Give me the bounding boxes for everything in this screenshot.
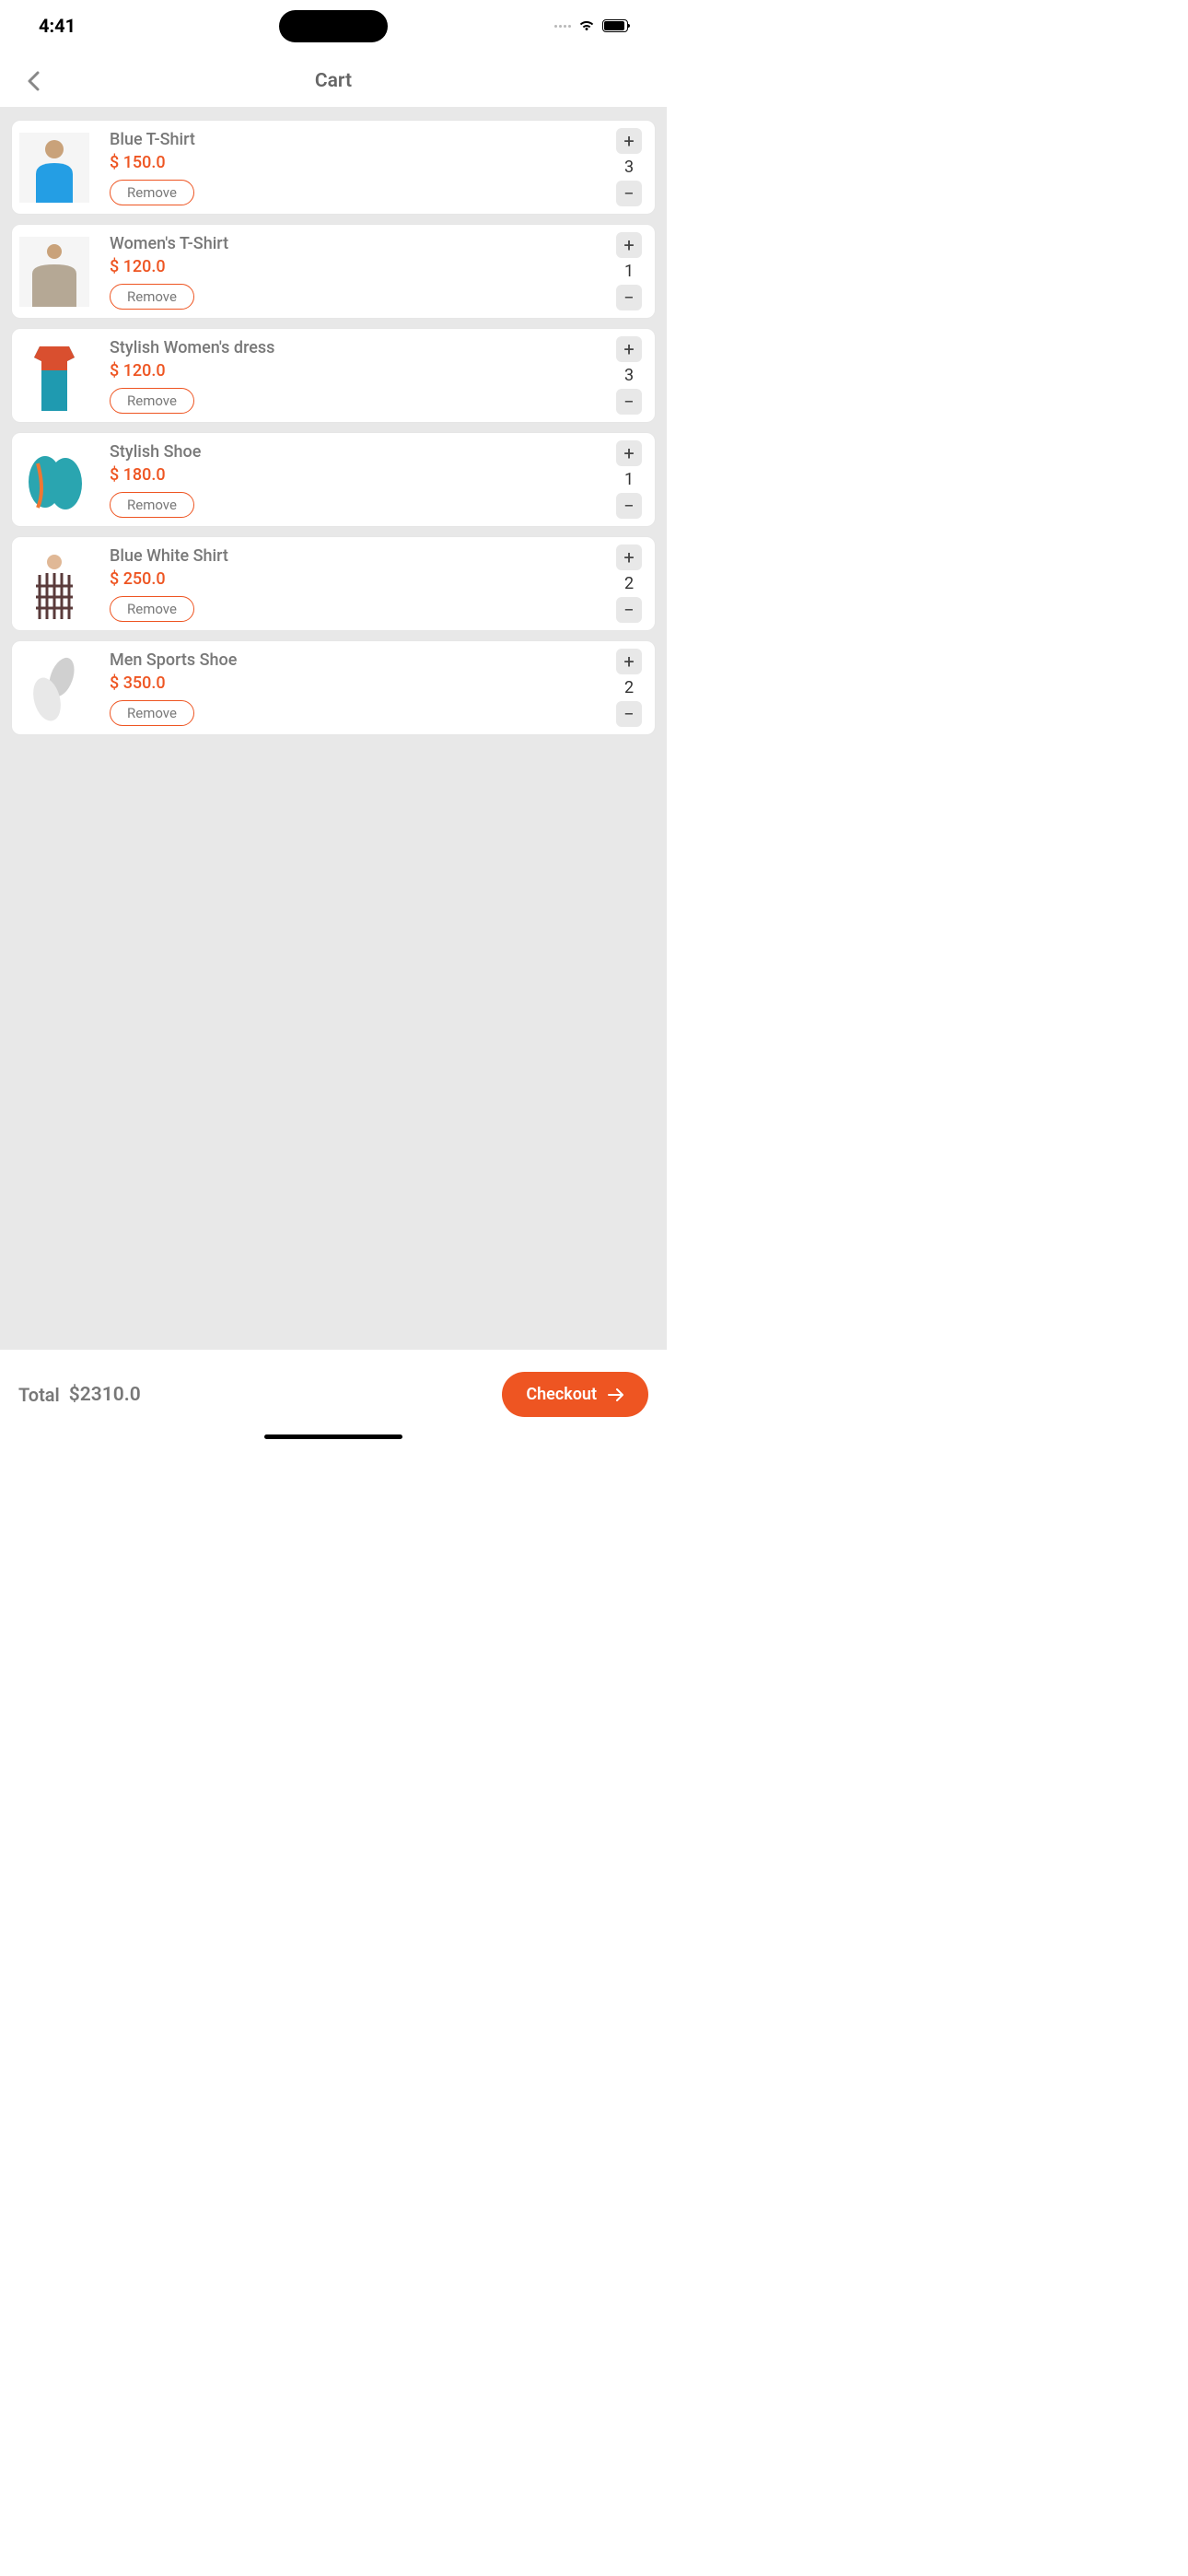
home-indicator [264,1434,402,1439]
cart-item: Stylish Women's dress $ 120.0 Remove + 3… [11,328,656,423]
back-button[interactable] [18,66,48,96]
product-image [19,133,89,203]
quantity-stepper: + 1 − [616,440,642,519]
nav-header: Cart [0,55,667,107]
quantity-stepper: + 1 − [616,232,642,310]
product-name: Blue T-Shirt [110,130,596,149]
status-time: 4:41 [39,15,76,37]
total-label: Total [18,1384,60,1406]
arrow-right-icon [608,1388,624,1401]
product-name: Blue White Shirt [110,546,596,566]
cart-item: Blue T-Shirt $ 150.0 Remove + 3 − [11,120,656,215]
checkout-button[interactable]: Checkout [502,1372,648,1417]
product-price: $ 120.0 [110,361,596,381]
product-price: $ 120.0 [110,257,596,276]
product-name: Stylish Women's dress [110,338,596,357]
remove-button[interactable]: Remove [110,180,194,205]
remove-button[interactable]: Remove [110,284,194,310]
cart-item: Men Sports Shoe $ 350.0 Remove + 2 − [11,640,656,735]
qty-increase-button[interactable]: + [616,336,642,362]
product-price: $ 180.0 [110,465,596,485]
qty-decrease-button[interactable]: − [616,181,642,206]
remove-button[interactable]: Remove [110,388,194,414]
qty-increase-button[interactable]: + [616,649,642,674]
quantity-stepper: + 2 − [616,544,642,623]
qty-value: 1 [624,470,634,489]
quantity-stepper: + 3 − [616,128,642,206]
status-bar: 4:41 [0,0,667,52]
product-image [19,237,89,307]
total-amount: $2310.0 [69,1384,141,1406]
dynamic-island [279,10,388,42]
cellular-dots-icon [554,25,571,28]
chevron-left-icon [27,71,40,91]
battery-icon [602,19,628,32]
product-image [19,341,89,411]
product-name: Women's T-Shirt [110,234,596,253]
qty-value: 3 [624,366,634,385]
product-image [19,549,89,619]
product-price: $ 250.0 [110,569,596,589]
quantity-stepper: + 2 − [616,649,642,727]
qty-decrease-button[interactable]: − [616,493,642,519]
quantity-stepper: + 3 − [616,336,642,415]
page-title: Cart [315,70,352,92]
cart-item: Blue White Shirt $ 250.0 Remove + 2 − [11,536,656,631]
checkout-label: Checkout [526,1385,597,1404]
wifi-icon [578,18,595,35]
product-name: Stylish Shoe [110,442,596,462]
cart-footer: Total $2310.0 Checkout [0,1350,667,1445]
cart-item: Women's T-Shirt $ 120.0 Remove + 1 − [11,224,656,319]
qty-increase-button[interactable]: + [616,440,642,466]
qty-value: 1 [624,262,634,281]
qty-value: 3 [624,158,634,177]
remove-button[interactable]: Remove [110,700,194,726]
qty-value: 2 [624,574,634,593]
qty-value: 2 [624,678,634,697]
qty-decrease-button[interactable]: − [616,701,642,727]
product-image [19,445,89,515]
cart-list: Blue T-Shirt $ 150.0 Remove + 3 − Women'… [0,107,667,1350]
qty-increase-button[interactable]: + [616,128,642,154]
product-image [19,653,89,723]
remove-button[interactable]: Remove [110,492,194,518]
qty-increase-button[interactable]: + [616,544,642,570]
product-name: Men Sports Shoe [110,650,596,670]
cart-item: Stylish Shoe $ 180.0 Remove + 1 − [11,432,656,527]
product-price: $ 150.0 [110,153,596,172]
status-icons [554,18,628,35]
qty-decrease-button[interactable]: − [616,389,642,415]
qty-increase-button[interactable]: + [616,232,642,258]
qty-decrease-button[interactable]: − [616,597,642,623]
remove-button[interactable]: Remove [110,596,194,622]
qty-decrease-button[interactable]: − [616,285,642,310]
product-price: $ 350.0 [110,673,596,693]
